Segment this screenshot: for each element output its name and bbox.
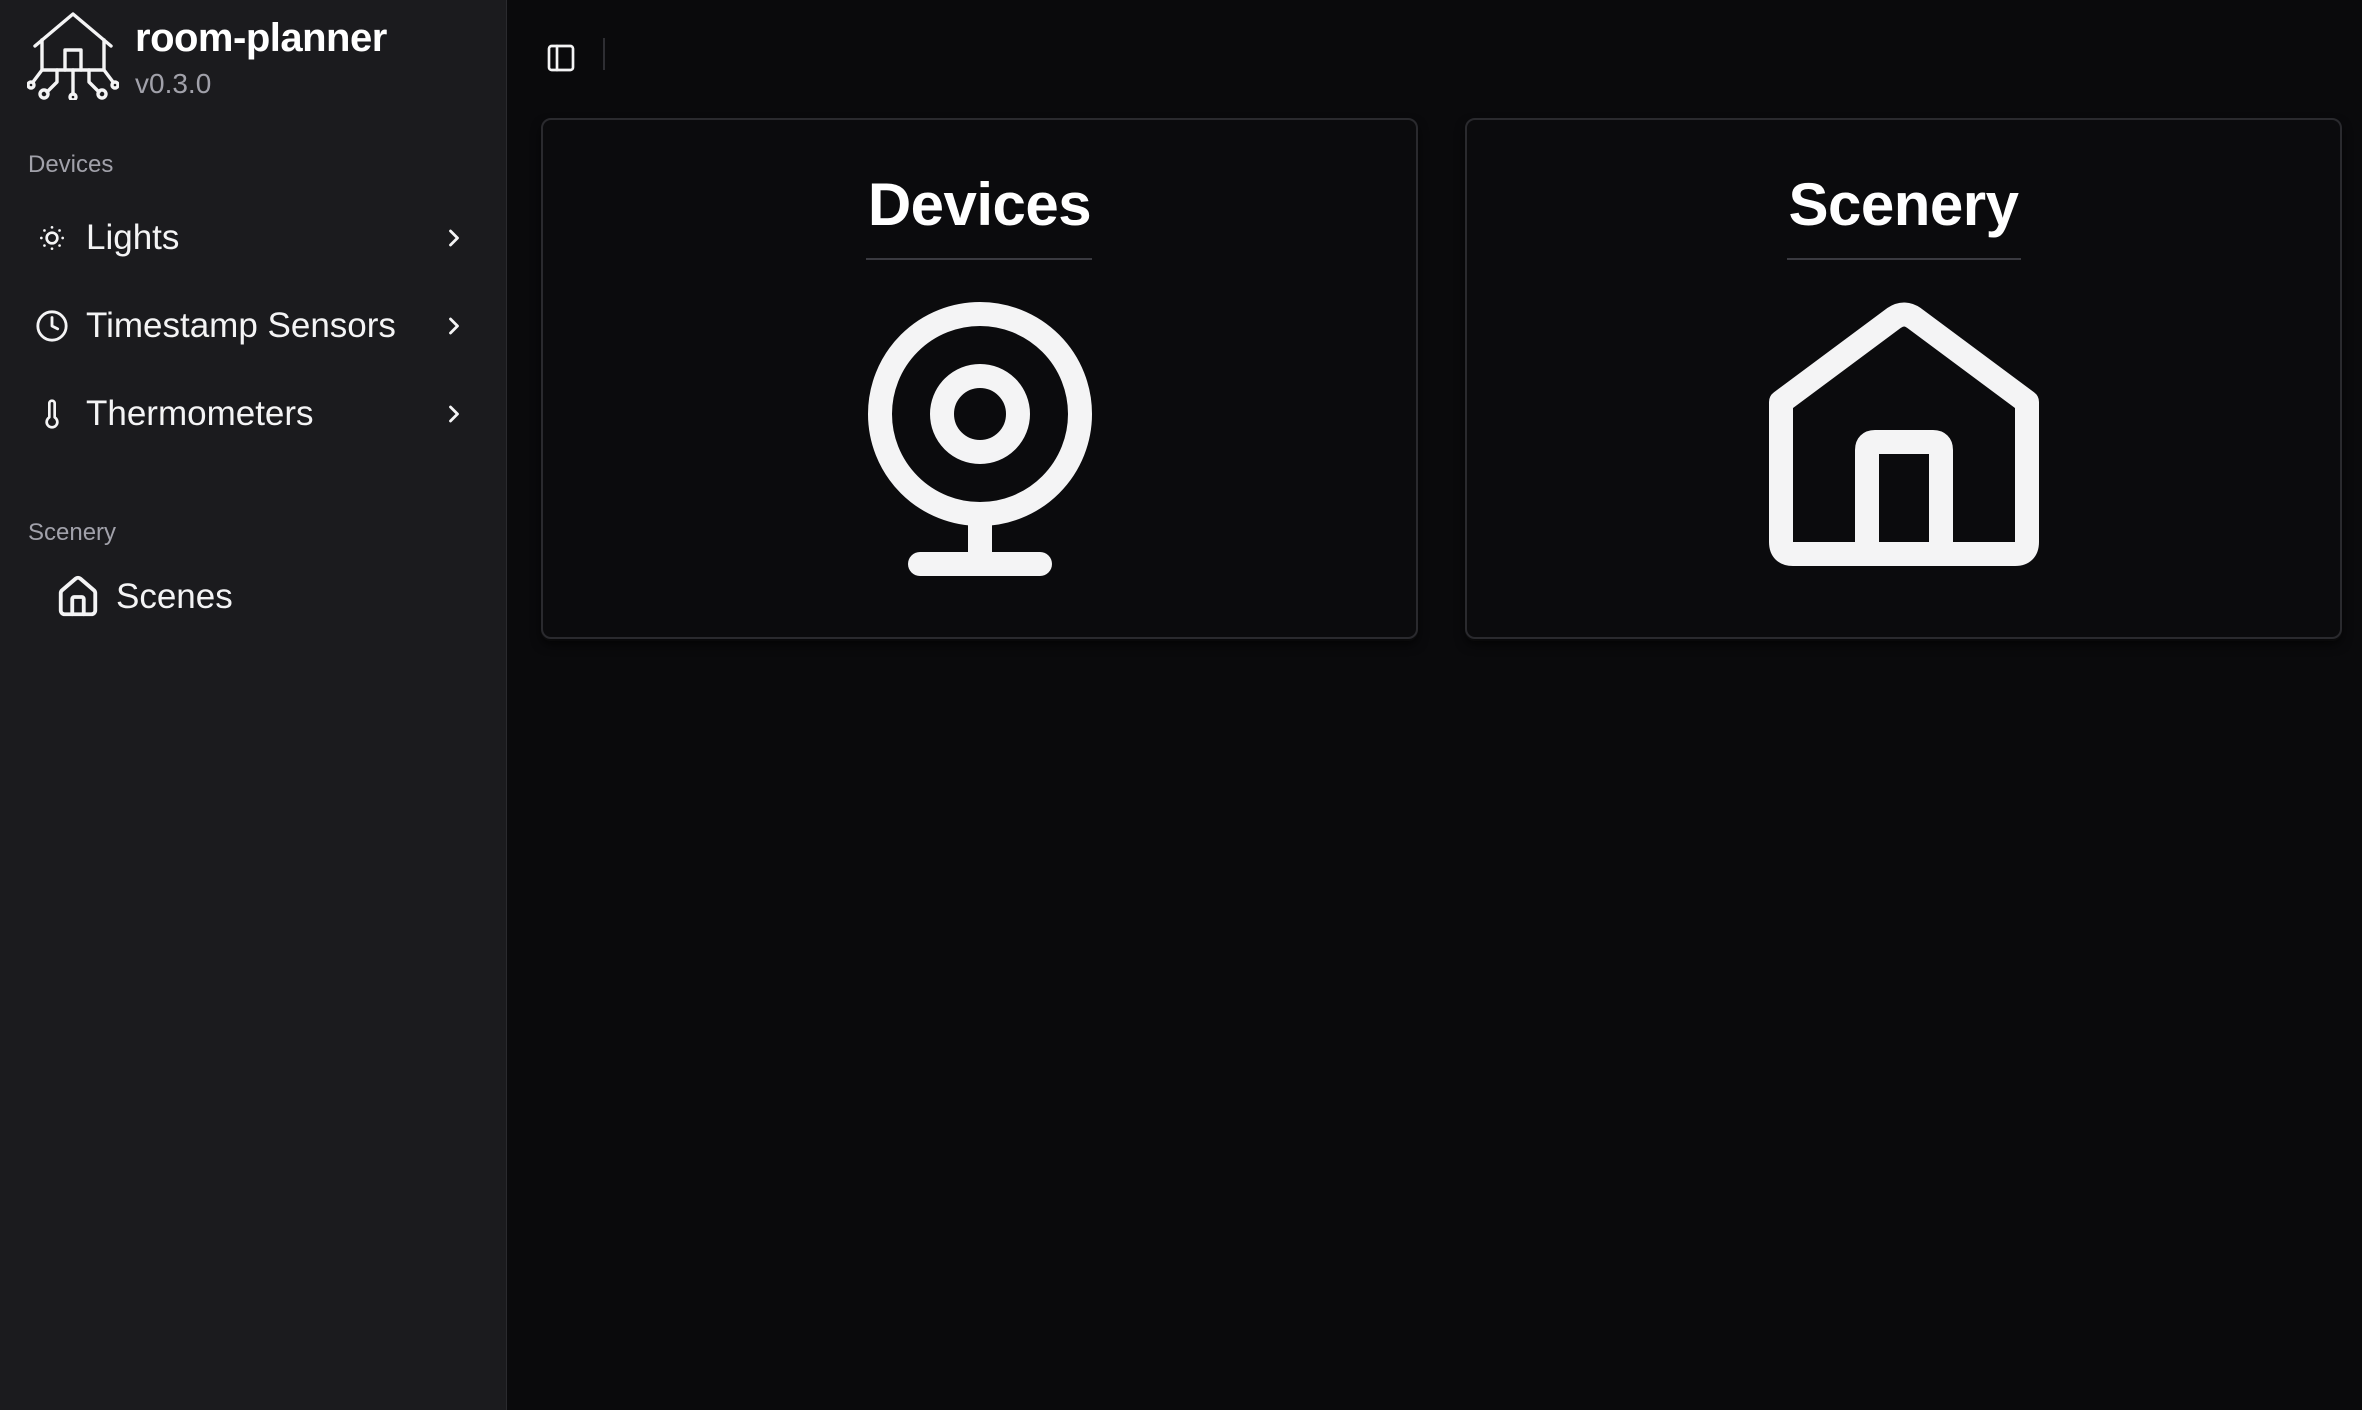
sidebar-item-label: Scenes bbox=[116, 577, 233, 616]
house-icon bbox=[54, 573, 102, 621]
smart-home-logo-icon bbox=[27, 12, 119, 100]
card-title: Devices bbox=[867, 171, 1092, 238]
sidebar-toggle-button[interactable] bbox=[537, 34, 585, 82]
chevron-right-icon bbox=[436, 308, 472, 344]
scenery-card[interactable]: Scenery bbox=[1465, 118, 2342, 639]
house-icon bbox=[1768, 302, 2039, 566]
main-content: Devices Scenery bbox=[507, 0, 2362, 1410]
group-label-scenery: Scenery bbox=[28, 519, 117, 546]
brand[interactable]: room-planner v0.3.0 bbox=[27, 8, 387, 104]
card-title: Scenery bbox=[1788, 171, 2020, 238]
chevron-right-icon bbox=[436, 396, 472, 432]
toolbar-divider bbox=[603, 38, 605, 70]
devices-card[interactable]: Devices bbox=[541, 118, 1418, 639]
sidebar-item-thermometers[interactable]: Thermometers bbox=[18, 378, 490, 450]
sun-dim-icon bbox=[32, 218, 72, 258]
sidebar-item-scenes[interactable]: Scenes bbox=[40, 561, 490, 633]
webcam-icon bbox=[867, 302, 1092, 576]
group-label-devices: Devices bbox=[28, 151, 114, 178]
clock-icon bbox=[32, 306, 72, 346]
card-title-underline bbox=[866, 258, 1092, 260]
chevron-right-icon bbox=[436, 220, 472, 256]
sidebar-item-lights[interactable]: Lights bbox=[18, 202, 490, 274]
thermometer-icon bbox=[32, 394, 72, 434]
sidebar-item-label: Thermometers bbox=[86, 394, 314, 433]
sidebar: room-planner v0.3.0 Devices Lights Times… bbox=[0, 0, 507, 1410]
app-shell: room-planner v0.3.0 Devices Lights Times… bbox=[0, 0, 2362, 1410]
sidebar-item-label: Timestamp Sensors bbox=[86, 306, 396, 345]
app-version: v0.3.0 bbox=[135, 68, 212, 99]
panel-left-icon bbox=[547, 44, 575, 72]
sidebar-item-label: Lights bbox=[86, 218, 180, 257]
app-name: room-planner bbox=[135, 16, 387, 60]
sidebar-item-timestamp-sensors[interactable]: Timestamp Sensors bbox=[18, 290, 490, 362]
card-title-underline bbox=[1787, 258, 2021, 260]
brand-text: room-planner v0.3.0 bbox=[135, 8, 387, 104]
